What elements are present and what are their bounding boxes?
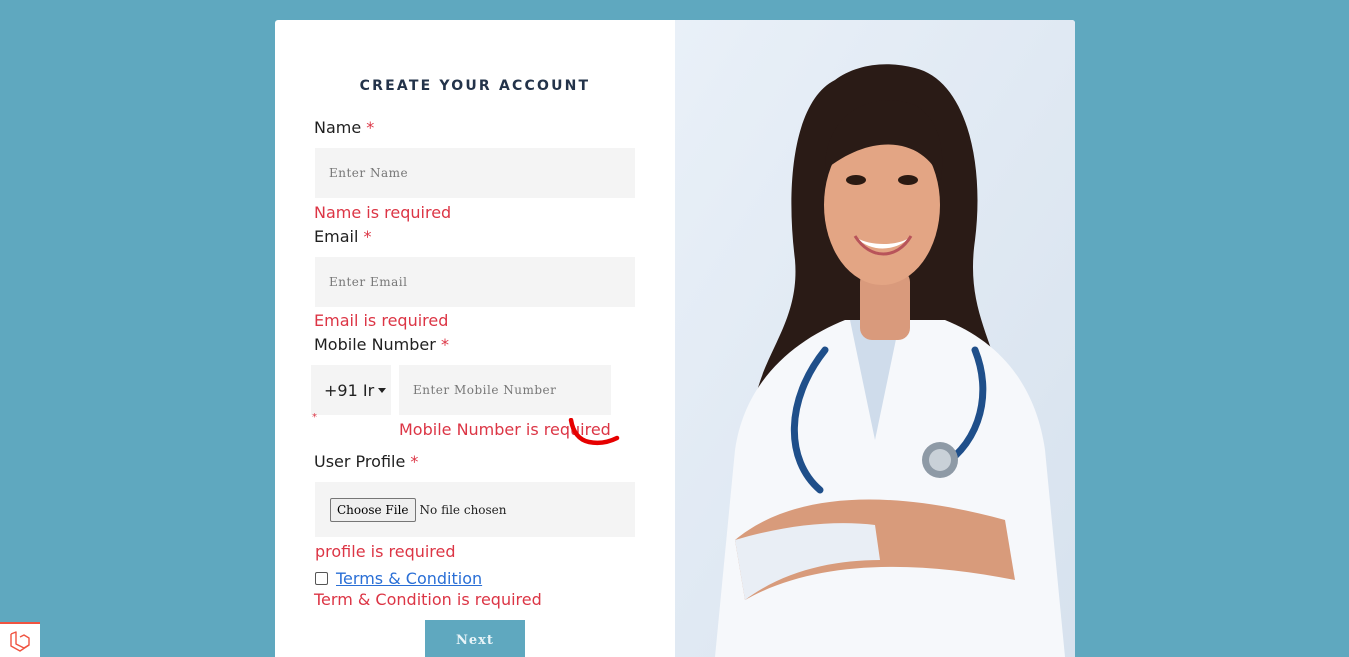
country-code-value: +91 Ir	[324, 380, 375, 400]
terms-link[interactable]: Terms & Condition	[336, 569, 482, 588]
doctor-photo	[675, 20, 1075, 657]
laravel-logo-icon	[10, 630, 30, 652]
signup-form: CREATE YOUR ACCOUNT Name * Name is requi…	[275, 20, 675, 657]
required-mark: *	[410, 452, 419, 471]
required-mark: *	[363, 227, 372, 246]
dial-required-mark: *	[312, 412, 317, 423]
form-title: CREATE YOUR ACCOUNT	[359, 78, 591, 94]
required-mark: *	[440, 335, 449, 354]
email-label: Email *	[314, 227, 372, 246]
name-error: Name is required	[314, 203, 452, 222]
terms-error: Term & Condition is required	[314, 590, 542, 609]
red-annotation-mark	[568, 418, 620, 446]
laravel-icon[interactable]	[0, 622, 40, 657]
caret-down-icon	[378, 387, 387, 393]
terms-checkbox[interactable]	[315, 572, 328, 585]
signup-card: CREATE YOUR ACCOUNT Name * Name is requi…	[275, 20, 1075, 657]
country-code-select[interactable]: +91 Ir	[311, 365, 391, 415]
file-status: No file chosen	[419, 502, 507, 517]
email-input[interactable]	[315, 257, 635, 307]
mobile-input[interactable]	[399, 365, 611, 415]
next-button[interactable]: Next	[425, 620, 525, 657]
mobile-label: Mobile Number *	[314, 335, 449, 354]
name-input[interactable]	[315, 148, 635, 198]
doctor-illustration	[675, 20, 1075, 657]
profile-file-input[interactable]: Choose File No file chosen	[315, 482, 635, 537]
name-label: Name *	[314, 118, 375, 137]
email-error: Email is required	[314, 311, 449, 330]
profile-label: User Profile *	[314, 452, 419, 471]
profile-error: profile is required	[315, 542, 456, 561]
required-mark: *	[366, 118, 375, 137]
choose-file-button[interactable]: Choose File	[330, 497, 416, 522]
